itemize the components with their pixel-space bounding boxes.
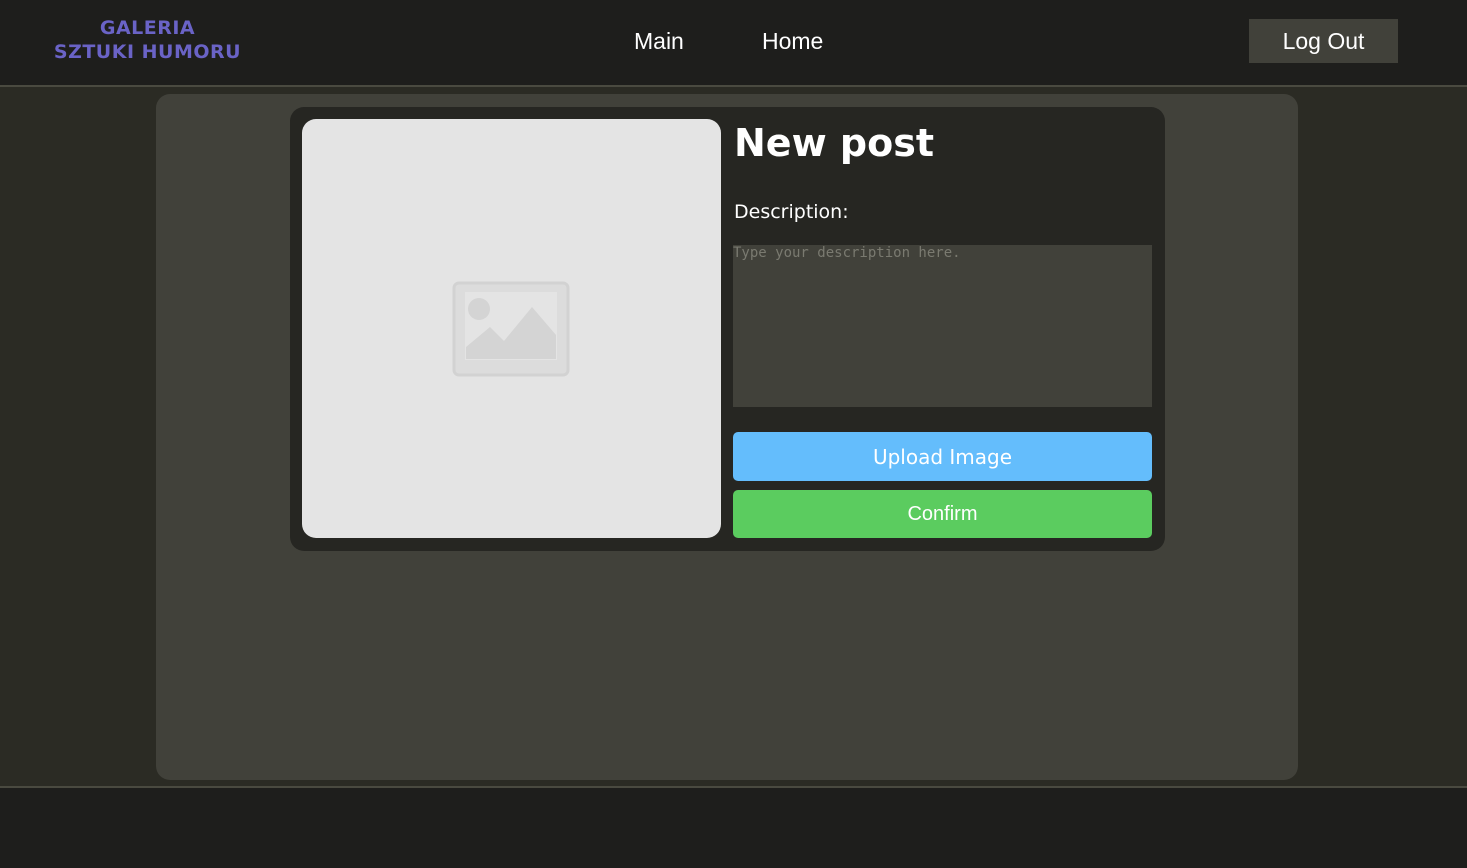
main-area: New post Description: Upload Image Confi… <box>0 87 1467 786</box>
site-logo[interactable]: GALERIA SZTUKI HUMORU <box>20 16 275 64</box>
content-panel: New post Description: Upload Image Confi… <box>156 94 1298 780</box>
logout-button[interactable]: Log Out <box>1249 19 1398 63</box>
image-preview <box>302 119 721 538</box>
new-post-card: New post Description: Upload Image Confi… <box>290 107 1165 551</box>
image-placeholder-icon <box>452 281 570 377</box>
upload-image-button[interactable]: Upload Image <box>733 432 1152 481</box>
nav-link-main[interactable]: Main <box>634 28 684 55</box>
new-post-title: New post <box>734 121 935 165</box>
confirm-button[interactable]: Confirm <box>733 490 1152 538</box>
page-footer <box>0 786 1467 868</box>
description-label: Description: <box>734 201 849 223</box>
nav-link-home[interactable]: Home <box>762 28 823 55</box>
logo-line-2: SZTUKI HUMORU <box>53 41 242 63</box>
top-navbar: GALERIA SZTUKI HUMORU Main Home Log Out <box>0 0 1467 87</box>
logo-line-1: GALERIA <box>99 17 196 39</box>
description-textarea[interactable] <box>733 245 1152 407</box>
